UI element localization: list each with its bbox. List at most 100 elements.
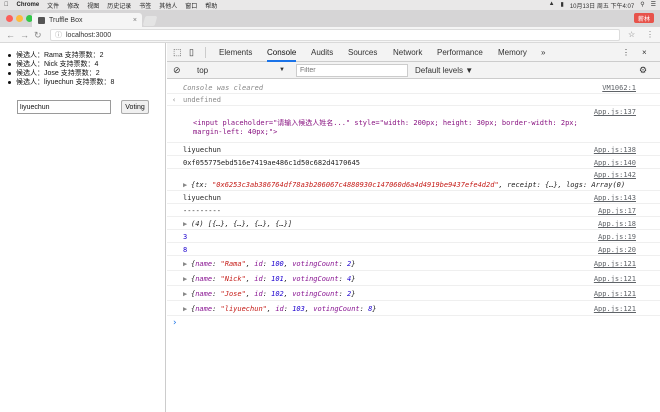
expand-triangle-icon[interactable]: ▶ — [183, 181, 187, 189]
console-settings-gear-icon[interactable]: ⚙ — [639, 65, 647, 76]
candidate-item: 候选人：Rama 支持票数：2 — [8, 51, 114, 60]
bookmark-star-icon[interactable]: ☆ — [628, 30, 635, 39]
console-value: liyuechun — [183, 146, 221, 154]
console-object-row: ▶ {name: "liyuechun", id: 103, votingCou… — [167, 301, 660, 316]
close-window-icon[interactable] — [6, 15, 13, 22]
favicon-icon — [38, 16, 45, 24]
menu-item-bookmarks[interactable]: 书签 — [139, 1, 151, 10]
obj-id: 103 — [292, 305, 305, 313]
devtools-panel: ⬚ ▯ Elements Console Audits Sources Netw… — [167, 43, 660, 412]
source-link[interactable]: App.js:140 — [594, 159, 636, 167]
tab-title: Truffle Box — [49, 16, 83, 24]
notification-icon[interactable]: ☰ — [651, 1, 656, 10]
obj-id: 101 — [271, 275, 284, 283]
more-tabs-button[interactable]: » — [541, 43, 545, 62]
expand-triangle-icon[interactable]: ▶ — [183, 305, 187, 313]
source-link[interactable]: App.js:19 — [598, 233, 636, 241]
console-message: --------- App.js:17 — [167, 204, 660, 217]
menu-item-people[interactable]: 其他人 — [159, 1, 177, 10]
tx-object[interactable]: {tx: "0x6253c3ab386764df78a3b206067c4880… — [191, 181, 625, 189]
console-value: undefined — [183, 96, 221, 104]
address-bar[interactable]: ⓘ localhost:3000 — [50, 29, 620, 41]
source-link[interactable]: App.js:137 — [594, 108, 636, 116]
console-number: 3 — [183, 233, 188, 241]
tab-sources[interactable]: Sources — [348, 43, 377, 62]
console-message: 0xf055775ebd516e7419ae486c1d50c682d41706… — [167, 156, 660, 169]
battery-icon[interactable]: ▮ — [561, 1, 564, 10]
candidate-object[interactable]: {name: "liyuechun", id: 103, votingCount… — [191, 305, 377, 313]
tx-prefix: {tx: — [191, 181, 213, 189]
source-link[interactable]: VM1062:1 — [602, 84, 636, 92]
source-link[interactable]: App.js:17 — [598, 207, 636, 215]
menu-item-window[interactable]: 窗口 — [185, 1, 197, 10]
tab-audits[interactable]: Audits — [311, 43, 333, 62]
menu-item-history[interactable]: 历史记录 — [107, 1, 131, 10]
tab-network[interactable]: Network — [393, 43, 422, 62]
menu-item-view[interactable]: 视图 — [87, 1, 99, 10]
tab-performance[interactable]: Performance — [437, 43, 483, 62]
console-prompt-row[interactable]: › — [167, 316, 660, 330]
tab-elements[interactable]: Elements — [219, 43, 252, 62]
html-element-line2[interactable]: margin-left: 40px;"> — [193, 128, 277, 136]
browser-tab[interactable]: Truffle Box × — [32, 13, 142, 27]
context-selector[interactable]: top ▼ — [193, 65, 289, 76]
menu-item-help[interactable]: 帮助 — [205, 1, 217, 10]
menu-item-edit[interactable]: 修改 — [67, 1, 79, 10]
minimize-window-icon[interactable] — [16, 15, 23, 22]
forward-icon[interactable]: → — [20, 29, 29, 41]
source-link[interactable]: App.js:138 — [594, 146, 636, 154]
console-number: 8 — [183, 246, 188, 254]
candidate-object[interactable]: {name: "Jose", id: 102, votingCount: 2} — [191, 290, 355, 298]
back-icon[interactable]: ← — [6, 29, 15, 41]
divider — [205, 47, 206, 58]
source-link[interactable]: App.js:121 — [594, 305, 636, 313]
source-link[interactable]: App.js:20 — [598, 246, 636, 254]
console-filter-input[interactable] — [296, 64, 408, 77]
source-link[interactable]: App.js:121 — [594, 260, 636, 268]
clear-console-icon[interactable]: ⊘ — [173, 65, 181, 76]
source-link[interactable]: App.js:18 — [598, 220, 636, 228]
info-icon[interactable]: ⓘ — [55, 30, 62, 40]
source-link[interactable]: App.js:121 — [594, 275, 636, 283]
console-value: liyuechun — [183, 194, 221, 202]
console-message: liyuechun App.js:143 — [167, 191, 660, 204]
settings-dots-icon[interactable]: ⋮ — [622, 43, 630, 62]
menu-app-name[interactable]: Chrome — [17, 2, 40, 8]
menu-item-file[interactable]: 文件 — [47, 1, 59, 10]
candidate-object[interactable]: {name: "Nick", id: 101, votingCount: 4} — [191, 275, 355, 283]
source-link[interactable]: App.js:143 — [594, 194, 636, 202]
expand-triangle-icon[interactable]: ▶ — [183, 220, 187, 228]
expand-triangle-icon[interactable]: ▶ — [183, 290, 187, 298]
obj-id: 100 — [271, 260, 284, 268]
search-icon[interactable]: ⚲ — [640, 1, 644, 10]
console-message: ‹ undefined — [167, 94, 660, 106]
new-tab-button[interactable] — [142, 16, 158, 26]
inspect-element-icon[interactable]: ⬚ — [173, 43, 182, 62]
result-arrow-icon: ‹ — [172, 96, 177, 104]
log-levels-select[interactable]: Default levels ▼ — [415, 65, 473, 76]
close-tab-icon[interactable]: × — [133, 17, 137, 24]
obj-name: "liyuechun" — [220, 305, 267, 313]
voting-button[interactable]: Voting — [121, 100, 149, 114]
candidate-name-input[interactable] — [17, 100, 111, 114]
expand-triangle-icon[interactable]: ▶ — [183, 260, 187, 268]
html-element-line1[interactable]: <input placeholder="请输入候选人姓名..." style="… — [193, 118, 578, 128]
reload-icon[interactable]: ↻ — [34, 29, 42, 41]
device-toolbar-icon[interactable]: ▯ — [189, 43, 194, 62]
source-link[interactable]: App.js:142 — [594, 171, 636, 179]
apple-icon[interactable]:  — [4, 2, 9, 8]
wifi-icon[interactable]: ▲ — [549, 1, 555, 10]
console-message: App.js:142 ▶ {tx: "0x6253c3ab386764df78a… — [167, 169, 660, 191]
candidate-object[interactable]: {name: "Rama", id: 100, votingCount: 2} — [191, 260, 355, 268]
tab-console[interactable]: Console — [267, 43, 297, 62]
candidate-item: 候选人：Jose 支持票数：2 — [8, 69, 114, 78]
expand-triangle-icon[interactable]: ▶ — [183, 275, 187, 283]
source-link[interactable]: App.js:121 — [594, 290, 636, 298]
console-object-row: ▶ {name: "Jose", id: 102, votingCount: 2… — [167, 286, 660, 301]
array-value[interactable]: (4) [{…}, {…}, {…}, {…}] — [191, 220, 292, 228]
profile-button[interactable]: 薪林 — [633, 13, 654, 23]
menu-dots-icon[interactable]: ⋮ — [646, 30, 654, 39]
clock-status[interactable]: 10月13日 周五 下午4:07 — [570, 1, 634, 10]
tab-memory[interactable]: Memory — [498, 43, 527, 62]
close-devtools-icon[interactable]: × — [642, 43, 647, 62]
